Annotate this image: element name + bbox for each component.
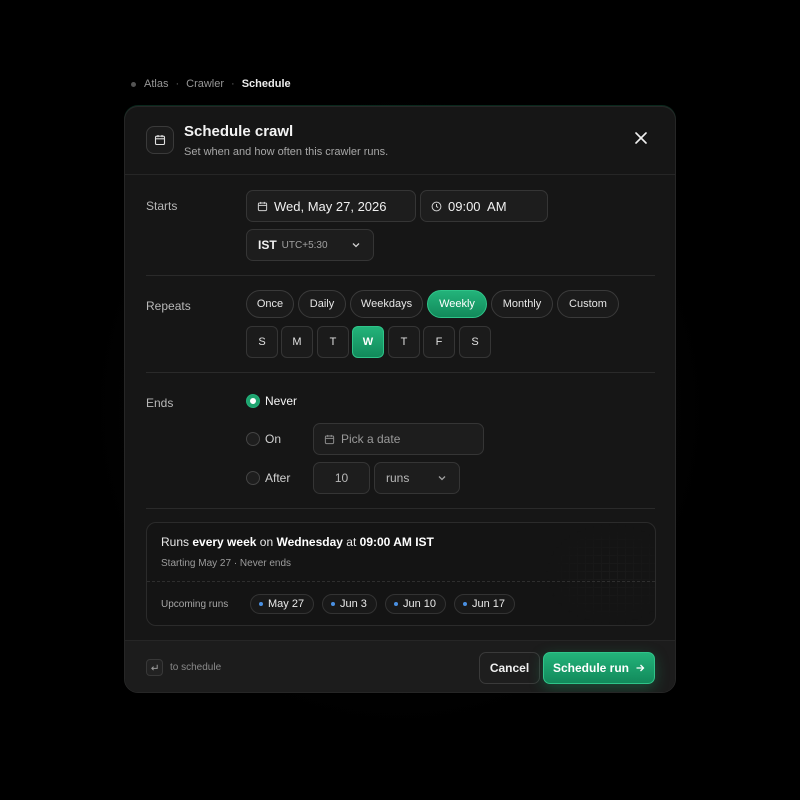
schedule-run-button[interactable]: Schedule run bbox=[543, 652, 655, 684]
calendar-icon bbox=[257, 201, 268, 212]
day-wednesday[interactable]: W bbox=[352, 326, 384, 358]
after-count-input[interactable]: 10 bbox=[313, 462, 370, 494]
schedule-run-label: Schedule run bbox=[552, 661, 629, 675]
timezone-value: IST bbox=[258, 238, 277, 252]
section-divider bbox=[146, 372, 655, 373]
upcoming-run-pill: Jun 3 bbox=[322, 594, 377, 614]
ends-label: Ends bbox=[146, 396, 174, 410]
bullet-dot bbox=[331, 602, 335, 606]
summary-sentence: Runs every week on Wednesday at 09:00 AM… bbox=[161, 535, 434, 549]
starts-label: Starts bbox=[146, 199, 178, 213]
day-tuesday[interactable]: T bbox=[317, 326, 349, 358]
breadcrumb-item-atlas[interactable]: Atlas bbox=[144, 78, 168, 90]
calendar-icon bbox=[146, 126, 174, 154]
arrow-right-icon bbox=[636, 664, 645, 672]
ends-never-label: Never bbox=[265, 394, 298, 408]
chevron-down-icon bbox=[351, 239, 361, 253]
summary-subtext: Starting May 27 · Never ends bbox=[161, 558, 292, 569]
day-thursday[interactable]: T bbox=[388, 326, 420, 358]
keyboard-hint: to schedule bbox=[170, 662, 222, 673]
breadcrumb-separator: · bbox=[231, 78, 235, 90]
enter-key-icon bbox=[146, 659, 163, 676]
decorative-grid bbox=[545, 523, 655, 625]
bullet-dot bbox=[463, 602, 467, 606]
section-divider bbox=[146, 508, 655, 509]
bullet-dot bbox=[259, 602, 263, 606]
end-date-field[interactable]: Pick a date bbox=[313, 423, 484, 455]
upcoming-run-pill: Jun 17 bbox=[454, 594, 516, 614]
timezone-select[interactable]: IST UTC+5:30 bbox=[246, 229, 374, 261]
repeat-option-custom[interactable]: Custom bbox=[557, 290, 619, 318]
breadcrumb: Atlas · Crawler · Schedule bbox=[131, 78, 291, 90]
after-unit-value: runs bbox=[386, 471, 410, 485]
radio-unselected[interactable] bbox=[246, 432, 260, 446]
repeat-option-weekdays[interactable]: Weekdays bbox=[350, 290, 423, 318]
day-sunday[interactable]: S bbox=[246, 326, 278, 358]
day-saturday[interactable]: S bbox=[459, 326, 491, 358]
dialog-footer: to schedule Cancel Schedule run bbox=[125, 640, 675, 692]
start-time-field[interactable]: 09:00 AM bbox=[420, 190, 548, 222]
ends-on-option[interactable]: On bbox=[246, 432, 281, 446]
dialog-subtitle: Set when and how often this crawler runs… bbox=[184, 146, 389, 158]
breadcrumb-separator: · bbox=[175, 78, 180, 90]
repeats-label: Repeats bbox=[146, 299, 191, 313]
start-time-value: 09:00 AM bbox=[448, 198, 507, 214]
close-button[interactable] bbox=[630, 127, 652, 149]
section-divider bbox=[146, 275, 655, 276]
timezone-offset: UTC+5:30 bbox=[281, 239, 328, 251]
ends-after-option[interactable]: After bbox=[246, 471, 290, 485]
dialog-header: Schedule crawl Set when and how often th… bbox=[125, 107, 675, 175]
clock-icon bbox=[431, 201, 442, 212]
upcoming-run-pill: May 27 bbox=[250, 594, 315, 614]
start-date-field[interactable]: Wed, May 27, 2026 bbox=[246, 190, 416, 222]
dialog-title: Schedule crawl bbox=[184, 123, 294, 140]
upcoming-run-pill: Jun 10 bbox=[385, 594, 447, 614]
start-date-value: Wed, May 27, 2026 bbox=[274, 198, 387, 214]
repeat-option-weekly[interactable]: Weekly bbox=[427, 290, 487, 318]
calendar-icon bbox=[324, 434, 335, 445]
radio-selected[interactable] bbox=[246, 394, 260, 408]
summary-divider bbox=[147, 581, 655, 582]
close-icon bbox=[635, 132, 647, 144]
cancel-button[interactable]: Cancel bbox=[479, 652, 540, 684]
breadcrumb-dot bbox=[131, 81, 136, 87]
chevron-down-icon bbox=[437, 472, 447, 486]
breadcrumb-item-crawler[interactable]: Crawler bbox=[186, 78, 224, 90]
repeat-option-daily[interactable]: Daily bbox=[298, 290, 346, 318]
end-date-placeholder: Pick a date bbox=[341, 432, 401, 446]
ends-after-label: After bbox=[265, 471, 291, 485]
bullet-dot bbox=[394, 602, 398, 606]
schedule-summary: Runs every week on Wednesday at 09:00 AM… bbox=[146, 522, 656, 626]
schedule-dialog: Schedule crawl Set when and how often th… bbox=[124, 106, 676, 693]
ends-on-label: On bbox=[265, 432, 282, 446]
radio-unselected[interactable] bbox=[246, 471, 260, 485]
day-friday[interactable]: F bbox=[423, 326, 455, 358]
ends-never-option[interactable]: Never bbox=[246, 394, 297, 408]
after-unit-select[interactable]: runs bbox=[374, 462, 460, 494]
repeat-option-once[interactable]: Once bbox=[246, 290, 294, 318]
upcoming-runs-label: Upcoming runs bbox=[161, 599, 229, 610]
repeat-option-monthly[interactable]: Monthly bbox=[491, 290, 553, 318]
day-monday[interactable]: M bbox=[281, 326, 313, 358]
breadcrumb-current: Schedule bbox=[241, 78, 291, 90]
